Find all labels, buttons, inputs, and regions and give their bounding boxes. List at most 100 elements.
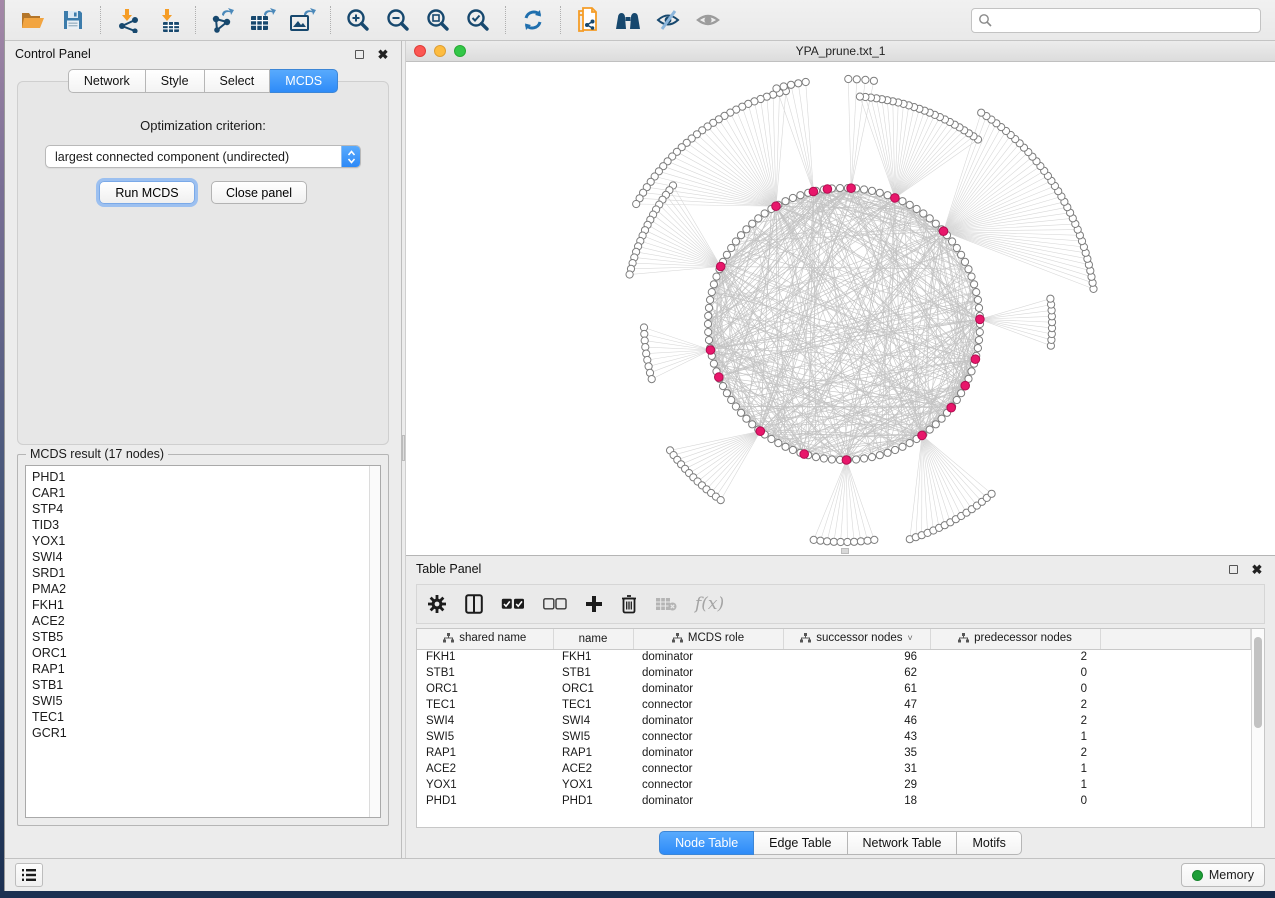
network-canvas[interactable] [406, 62, 1275, 555]
refresh-button[interactable] [513, 3, 553, 37]
function-builder-button[interactable]: f(x) [695, 594, 724, 614]
cell[interactable]: 0 [930, 793, 1100, 809]
mcds-hub-node[interactable] [971, 355, 980, 364]
network-node[interactable] [789, 446, 796, 453]
network-node[interactable] [787, 81, 794, 88]
mcds-result-item[interactable]: SWI5 [32, 693, 369, 709]
network-node[interactable] [719, 383, 726, 390]
mcds-result-item[interactable]: STB5 [32, 629, 369, 645]
search-network-button[interactable] [608, 3, 648, 37]
cell[interactable]: SWI4 [553, 713, 633, 729]
cell[interactable]: ORC1 [553, 681, 633, 697]
mcds-result-list[interactable]: PHD1CAR1STP4TID3YOX1SWI4SRD1PMA2FKH1ACE2… [25, 465, 381, 818]
network-node[interactable] [743, 226, 750, 233]
column-header-shared-name[interactable]: shared name [417, 629, 553, 649]
table-scrollbar[interactable] [1251, 629, 1264, 827]
mcds-result-item[interactable]: ACE2 [32, 613, 369, 629]
network-node[interactable] [958, 390, 965, 397]
tab-motifs[interactable]: Motifs [957, 831, 1021, 855]
table-row[interactable]: ORC1ORC1dominator610 [417, 681, 1251, 697]
network-node[interactable] [974, 296, 981, 303]
network-node[interactable] [949, 238, 956, 245]
network-node[interactable] [971, 281, 978, 288]
cell[interactable]: connector [633, 729, 783, 745]
column-header-successor-nodes[interactable]: successor nodes˅ [783, 629, 930, 649]
cell[interactable]: 1 [930, 729, 1100, 745]
network-node[interactable] [851, 538, 858, 545]
network-node[interactable] [926, 215, 933, 222]
network-node[interactable] [704, 320, 711, 327]
list-scrollbar[interactable] [369, 466, 380, 817]
task-history-button[interactable] [15, 863, 43, 887]
cell[interactable]: ORC1 [417, 681, 553, 697]
cell[interactable]: RAP1 [417, 745, 553, 761]
network-node[interactable] [892, 446, 899, 453]
network-node[interactable] [710, 281, 717, 288]
delete-column-button[interactable] [621, 594, 637, 614]
cell[interactable]: connector [633, 777, 783, 793]
column-header-predecessor-nodes[interactable]: predecessor nodes [930, 629, 1100, 649]
search-input[interactable] [997, 13, 1254, 27]
cell[interactable]: 2 [930, 649, 1100, 665]
mcds-result-item[interactable]: FKH1 [32, 597, 369, 613]
network-node[interactable] [705, 304, 712, 311]
mcds-result-item[interactable]: PMA2 [32, 581, 369, 597]
cell[interactable] [1100, 729, 1251, 745]
network-node[interactable] [723, 251, 730, 258]
table-row[interactable]: YOX1YOX1connector291 [417, 777, 1251, 793]
horizontal-splitter-grip[interactable] [841, 548, 849, 554]
network-node[interactable] [975, 304, 982, 311]
cell[interactable]: FKH1 [553, 649, 633, 665]
network-node[interactable] [732, 403, 739, 410]
import-network-button[interactable] [108, 3, 148, 37]
network-node[interactable] [713, 273, 720, 280]
cell[interactable]: 46 [783, 713, 930, 729]
select-all-button[interactable] [501, 598, 525, 610]
gear-button[interactable] [427, 594, 447, 614]
cell[interactable]: YOX1 [553, 777, 633, 793]
network-node[interactable] [913, 205, 920, 212]
cell[interactable]: YOX1 [417, 777, 553, 793]
network-node[interactable] [648, 376, 655, 383]
cell[interactable] [1100, 761, 1251, 777]
network-node[interactable] [845, 75, 852, 82]
network-node[interactable] [876, 452, 883, 459]
mcds-result-item[interactable]: RAP1 [32, 661, 369, 677]
network-search-box[interactable] [971, 8, 1261, 33]
cell[interactable]: connector [633, 761, 783, 777]
table-row[interactable]: SWI4SWI4dominator462 [417, 713, 1251, 729]
mcds-hub-node[interactable] [756, 427, 765, 436]
network-node[interactable] [710, 360, 717, 367]
column-selector-button[interactable] [465, 594, 483, 614]
mcds-hub-node[interactable] [961, 381, 970, 390]
network-node[interactable] [864, 537, 871, 544]
network-node[interactable] [961, 258, 968, 265]
network-node[interactable] [633, 200, 640, 207]
cell[interactable]: PHD1 [553, 793, 633, 809]
network-node[interactable] [857, 538, 864, 545]
mcds-hub-node[interactable] [976, 315, 985, 324]
network-node[interactable] [938, 415, 945, 422]
network-node[interactable] [782, 198, 789, 205]
close-panel-button-mcds[interactable]: Close panel [211, 181, 307, 204]
mcds-result-item[interactable]: TEC1 [32, 709, 369, 725]
network-node[interactable] [958, 251, 965, 258]
float-panel-button[interactable] [351, 46, 367, 62]
cell[interactable]: SWI4 [417, 713, 553, 729]
network-node[interactable] [797, 192, 804, 199]
cell[interactable]: 2 [930, 697, 1100, 713]
save-session-button[interactable] [53, 3, 93, 37]
mcds-hub-node[interactable] [706, 346, 715, 355]
cell[interactable]: 35 [783, 745, 930, 761]
network-node[interactable] [723, 390, 730, 397]
table-row[interactable]: RAP1RAP1dominator352 [417, 745, 1251, 761]
network-node[interactable] [728, 396, 735, 403]
cell[interactable]: dominator [633, 793, 783, 809]
cell[interactable]: dominator [633, 649, 783, 665]
cell[interactable]: dominator [633, 665, 783, 681]
cell[interactable]: 18 [783, 793, 930, 809]
mcds-result-item[interactable]: ORC1 [32, 645, 369, 661]
network-node[interactable] [988, 490, 995, 497]
network-node[interactable] [728, 244, 735, 251]
mcds-result-item[interactable]: YOX1 [32, 533, 369, 549]
